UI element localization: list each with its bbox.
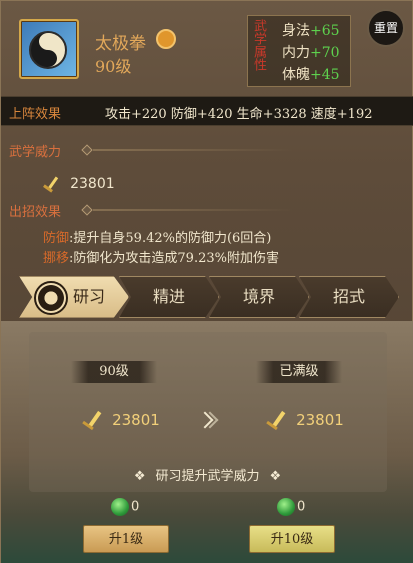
tab-label: 境界 bbox=[242, 287, 275, 306]
cost-one-value: 0 bbox=[131, 499, 140, 515]
current-level-tag: 90级 bbox=[71, 361, 157, 383]
tab-label: 招式 bbox=[332, 287, 365, 306]
power-row: 23801 bbox=[41, 173, 115, 193]
divider-diamond-icon bbox=[81, 144, 93, 156]
tab-label: 精进 bbox=[152, 287, 185, 306]
attribute-row: 内力+70 bbox=[282, 42, 340, 64]
section-divider bbox=[93, 149, 293, 151]
effect-line: 挪移:防御化为攻击造成79.23%附加伤害 bbox=[43, 247, 279, 266]
tab-refine[interactable]: 精进 bbox=[119, 276, 219, 318]
attribute-row: 身法+65 bbox=[282, 20, 340, 42]
skill-panel: 太极拳 90级 武学属性 身法+65 内力+70 体魄+45 重置 上阵效果 攻… bbox=[0, 0, 413, 563]
current-power-value: 23801 bbox=[112, 411, 160, 429]
effects-section-title: 出招效果 bbox=[9, 205, 62, 220]
cost-one: 0 bbox=[111, 498, 139, 518]
sword-icon bbox=[41, 175, 59, 193]
skill-icon[interactable] bbox=[19, 19, 79, 79]
jade-currency-icon bbox=[111, 498, 129, 516]
deploy-effect-bar: 上阵效果 攻击+220 防御+420 生命+3328 速度+192 bbox=[1, 96, 413, 126]
attribute-name: 内力 bbox=[282, 45, 310, 61]
tab-bar: 研习 精进 境界 招式 bbox=[19, 276, 399, 318]
attribute-bonus: +70 bbox=[310, 45, 340, 61]
next-power: 23801 bbox=[263, 409, 344, 431]
study-hint: ❖ 研习提升武学威力 ❖ bbox=[1, 465, 413, 484]
divider-diamond-icon bbox=[81, 204, 93, 216]
jade-currency-icon bbox=[277, 498, 295, 516]
tab-moves[interactable]: 招式 bbox=[299, 276, 399, 318]
study-tab-icon bbox=[34, 281, 68, 315]
yinyang-icon bbox=[29, 31, 67, 69]
attribute-bonus: +65 bbox=[310, 23, 340, 39]
diamond-ornament-icon: ❖ bbox=[269, 469, 282, 484]
attribute-bonus: +45 bbox=[310, 67, 340, 83]
effect-name: 防御 bbox=[43, 231, 70, 246]
upgrade-10-levels-button[interactable]: 升10级 bbox=[249, 525, 335, 553]
effect-line: 防御:提升自身59.42%的防御力(6回合) bbox=[43, 227, 271, 246]
attributes-title: 武学属性 bbox=[251, 19, 266, 71]
effect-text: :提升自身59.42%的防御力(6回合) bbox=[69, 231, 272, 246]
study-hint-text: 研习提升武学威力 bbox=[155, 469, 260, 484]
tab-realm[interactable]: 境界 bbox=[209, 276, 309, 318]
next-power-value: 23801 bbox=[296, 411, 344, 429]
upgrade-1-level-button[interactable]: 升1级 bbox=[83, 525, 169, 553]
power-value: 23801 bbox=[70, 175, 115, 192]
sword-icon bbox=[263, 409, 285, 431]
power-section-title: 武学威力 bbox=[9, 145, 62, 160]
section-divider bbox=[93, 209, 293, 211]
attributes-box: 武学属性 身法+65 内力+70 体魄+45 bbox=[247, 15, 351, 87]
reset-button[interactable]: 重置 bbox=[367, 9, 405, 47]
current-power: 23801 bbox=[79, 409, 160, 431]
tab-label: 研习 bbox=[72, 287, 105, 306]
deploy-effect-value: 攻击+220 防御+420 生命+3328 速度+192 bbox=[105, 107, 373, 122]
effect-name: 挪移 bbox=[43, 251, 70, 266]
skill-level: 90级 bbox=[95, 57, 132, 76]
deploy-effect-label: 上阵效果 bbox=[9, 107, 62, 122]
sword-icon bbox=[79, 409, 101, 431]
skill-name: 太极拳 bbox=[95, 34, 146, 54]
diamond-ornament-icon: ❖ bbox=[133, 469, 146, 484]
arrow-right-icon bbox=[197, 409, 219, 431]
tab-study[interactable]: 研习 bbox=[19, 276, 129, 318]
attribute-name: 体魄 bbox=[282, 67, 310, 83]
cost-ten: 0 bbox=[277, 498, 305, 518]
attribute-name: 身法 bbox=[282, 23, 310, 39]
next-level-tag: 已满级 bbox=[256, 361, 342, 383]
skill-badge-icon bbox=[156, 29, 176, 49]
attribute-row: 体魄+45 bbox=[282, 64, 340, 86]
cost-ten-value: 0 bbox=[297, 499, 306, 515]
effect-text: :防御化为攻击造成79.23%附加伤害 bbox=[69, 251, 279, 266]
